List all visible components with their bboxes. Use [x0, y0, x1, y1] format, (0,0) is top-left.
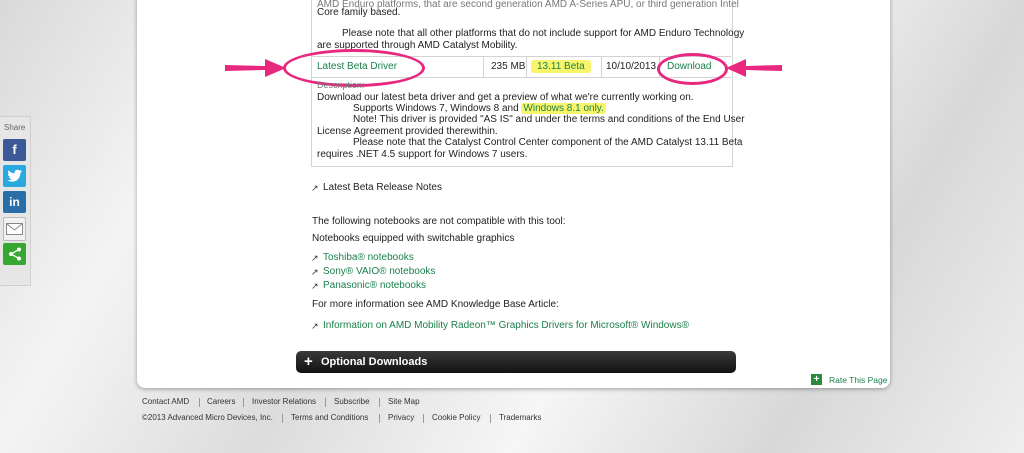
description-line-3: Note! This driver is provided "AS IS" an…: [353, 114, 745, 125]
compat-line-2: Notebooks equipped with switchable graph…: [312, 233, 515, 244]
footer-copyright: ©2013 Advanced Micro Devices, Inc.: [142, 413, 273, 422]
plus-box-icon: +: [811, 374, 822, 385]
description-line-5: Please note that the Catalyst Control Ce…: [353, 137, 743, 148]
footer-sitemap[interactable]: Site Map: [388, 397, 420, 406]
facebook-icon[interactable]: f: [3, 139, 26, 161]
external-link-icon: ↗: [311, 321, 319, 331]
compat-line-1: The following notebooks are not compatib…: [312, 216, 566, 227]
description-line-6: requires .NET 4.5 support for Windows 7 …: [317, 149, 528, 160]
annotation-arrow-right-icon: [726, 59, 782, 77]
windows-81-highlight: Windows 8.1 only.: [521, 103, 606, 114]
share-icon[interactable]: [3, 243, 26, 265]
platform-note: Please note that all other platforms tha…: [342, 28, 745, 39]
footer-contact[interactable]: Contact AMD: [142, 397, 189, 406]
linkedin-icon[interactable]: in: [3, 191, 26, 213]
rate-this-page-label: Rate This Page: [829, 375, 888, 385]
annotation-arrow-left-icon: [225, 59, 286, 77]
annotation-ring-download: [657, 53, 728, 85]
footer-careers[interactable]: Careers: [207, 397, 235, 406]
panasonic-link[interactable]: Panasonic® notebooks: [323, 280, 426, 291]
external-link-icon: ↗: [311, 183, 319, 193]
driver-version: 13.11 Beta: [531, 60, 591, 73]
release-notes-link[interactable]: Latest Beta Release Notes: [323, 182, 442, 193]
footer-subscribe[interactable]: Subscribe: [334, 397, 370, 406]
external-link-icon: ↗: [311, 281, 319, 291]
driver-size: 235 MB: [491, 61, 526, 72]
description-line-2: Supports Windows 7, Windows 8 and Window…: [353, 103, 606, 114]
toshiba-link[interactable]: Toshiba® notebooks: [323, 252, 414, 263]
kb-intro: For more information see AMD Knowledge B…: [312, 299, 559, 310]
footer-cookie[interactable]: Cookie Policy: [432, 413, 480, 422]
external-link-icon: ↗: [311, 267, 319, 277]
external-link-icon: ↗: [311, 253, 319, 263]
kb-article-link[interactable]: Information on AMD Mobility Radeon™ Grap…: [323, 320, 689, 331]
footer-trademarks[interactable]: Trademarks: [499, 413, 541, 422]
optional-downloads-label: Optional Downloads: [321, 356, 428, 368]
share-label: Share: [4, 123, 26, 132]
driver-date: 10/10/2013: [606, 61, 657, 72]
plus-icon: +: [304, 353, 313, 370]
twitter-icon[interactable]: [3, 165, 26, 187]
platform-text: Core family based.: [317, 7, 401, 18]
description-line-4: License Agreement provided therewithin.: [317, 126, 498, 137]
footer-investor[interactable]: Investor Relations: [252, 397, 316, 406]
optional-downloads-bar[interactable]: + Optional Downloads: [296, 351, 736, 373]
footer-privacy[interactable]: Privacy: [388, 413, 414, 422]
footer-terms[interactable]: Terms and Conditions: [291, 413, 368, 422]
description-line-1: Download our latest beta driver and get …: [317, 92, 694, 103]
description-heading: Description:: [317, 80, 365, 90]
sony-link[interactable]: Sony® VAIO® notebooks: [323, 266, 435, 277]
email-icon[interactable]: [3, 217, 26, 241]
share-sidebar: Share f in: [0, 116, 31, 286]
